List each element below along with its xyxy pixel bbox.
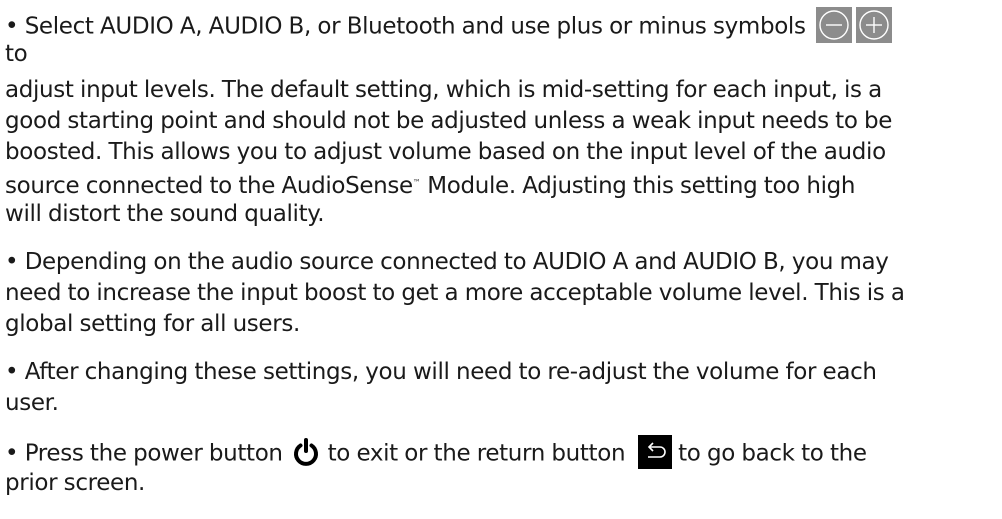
minus-circle-icon (816, 7, 853, 43)
paragraph-3-line-1: • After changing these settings, you wil… (5, 358, 877, 386)
paragraph-4-line-2: prior screen. (5, 470, 146, 496)
paragraph-1-line-1: • Select AUDIO A, AUDIO B, or Bluetooth … (5, 7, 893, 45)
text: to exit or the return button (327, 440, 626, 467)
paragraph-2-line-1: • Depending on the audio source connecte… (5, 248, 889, 276)
paragraph-1-line-3: adjust input levels. The default setting… (5, 77, 882, 103)
paragraph-3-line-2: user. (5, 390, 59, 416)
bullet: • (5, 249, 19, 275)
text: to go back to the (678, 440, 867, 467)
paragraph-1-line-2: to (5, 41, 28, 67)
plus-circle-icon (856, 7, 893, 43)
text: After changing these settings, you will … (24, 359, 877, 385)
bullet: • (5, 440, 19, 467)
paragraph-1-line-6: source connected to the AudioSense™ Modu… (5, 169, 855, 200)
power-icon (291, 437, 321, 467)
paragraph-2-line-2: need to increase the input boost to get … (5, 280, 905, 306)
return-arrow-icon (637, 435, 672, 469)
text: source connected to the AudioSense (5, 173, 413, 199)
paragraph-1-line-7: will distort the sound quality. (5, 201, 325, 227)
instruction-document: • Select AUDIO A, AUDIO B, or Bluetooth … (0, 0, 1002, 519)
paragraph-1-line-4: good starting point and should not be ad… (5, 108, 893, 134)
paragraph-2-line-3: global setting for all users. (5, 311, 300, 337)
text: Select AUDIO A, AUDIO B, or Bluetooth an… (24, 13, 806, 40)
paragraph-1-line-5: boosted. This allows you to adjust volum… (5, 139, 886, 165)
text: Press the power button (24, 440, 283, 467)
bullet: • (5, 359, 19, 385)
bullet: • (5, 13, 19, 40)
trademark-symbol: ™ (412, 178, 421, 187)
text: Depending on the audio source connected … (24, 249, 889, 275)
text: Module. Adjusting this setting too high (420, 173, 856, 199)
paragraph-4-line-1: • Press the power button to exit or the … (5, 435, 867, 471)
